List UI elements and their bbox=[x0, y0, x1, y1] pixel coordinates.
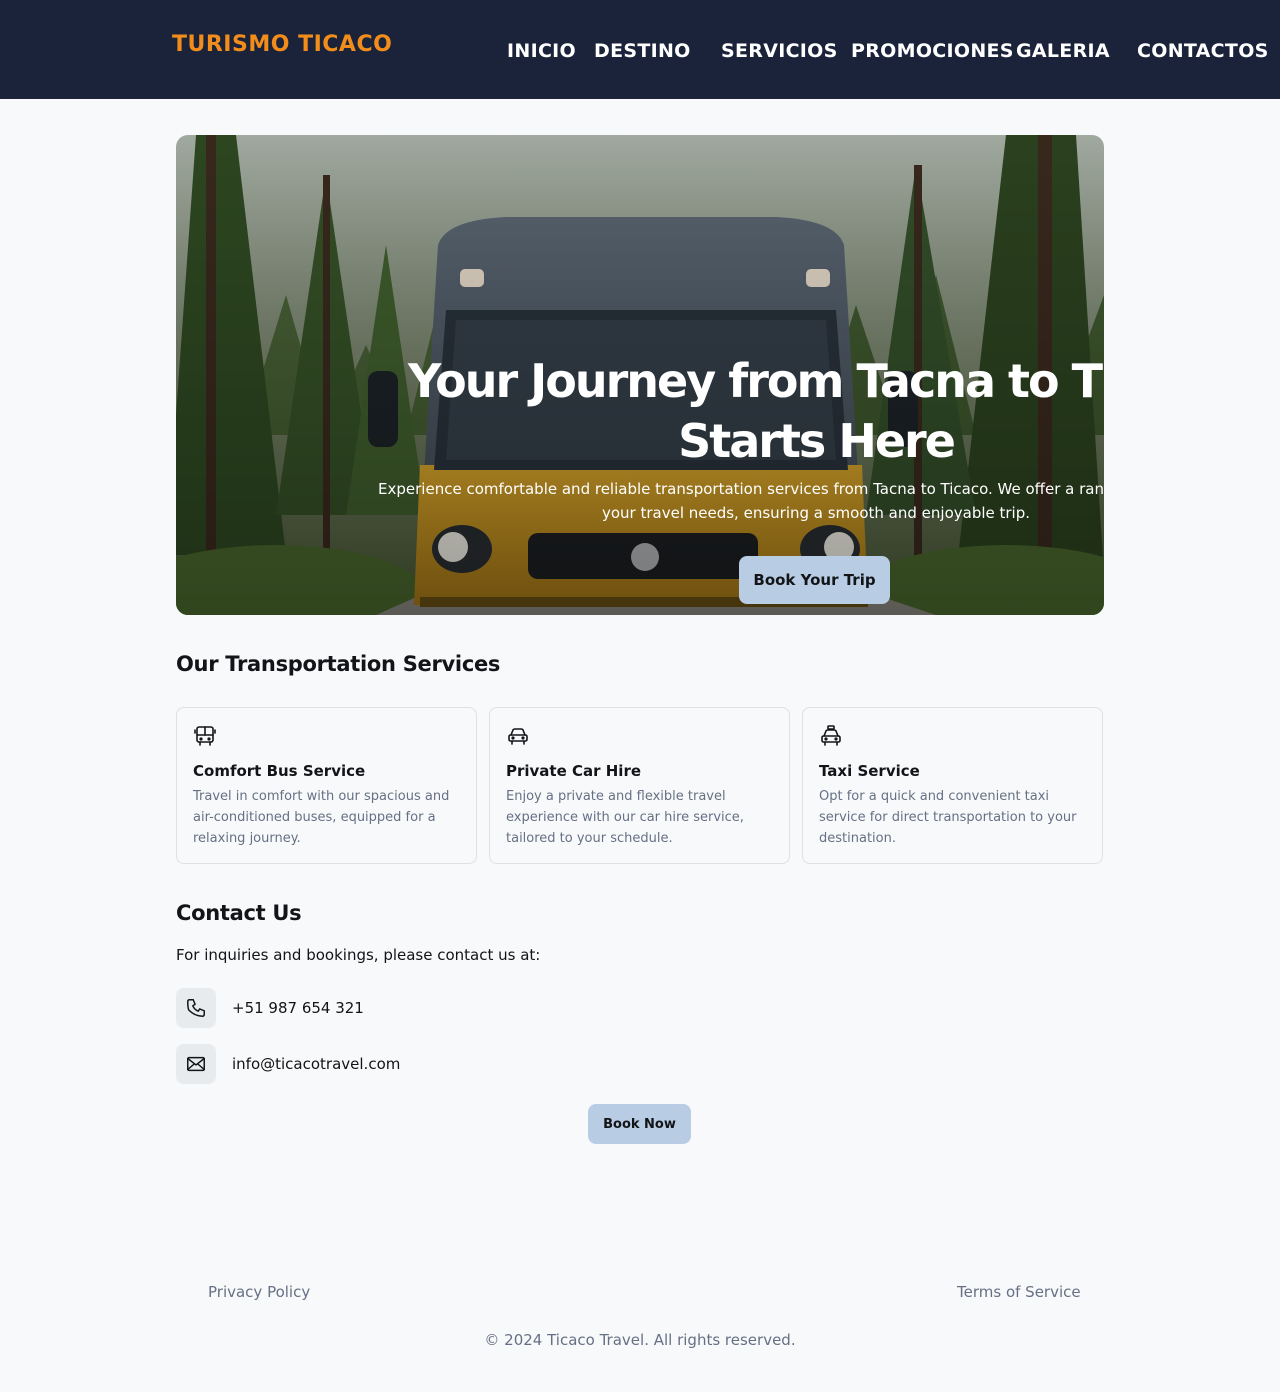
service-title: Taxi Service bbox=[819, 762, 920, 780]
car-icon bbox=[508, 728, 528, 745]
service-card-taxi[interactable]: Taxi Service Opt for a quick and conveni… bbox=[802, 707, 1103, 864]
service-card-car[interactable]: Private Car Hire Enjoy a private and fle… bbox=[489, 707, 790, 864]
nav-inicio[interactable]: INICIO bbox=[507, 40, 576, 62]
service-card-bus[interactable]: Comfort Bus Service Travel in comfort wi… bbox=[176, 707, 477, 864]
book-now-button[interactable]: Book Now bbox=[588, 1104, 691, 1144]
phone-number[interactable]: +51 987 654 321 bbox=[232, 999, 364, 1017]
privacy-policy-link[interactable]: Privacy Policy bbox=[208, 1283, 310, 1301]
phone-icon-box bbox=[176, 988, 216, 1028]
hero-title: Your Journey from Tacna to Ticaco Starts… bbox=[408, 354, 1104, 468]
contact-email[interactable]: info@ticacotravel.com bbox=[176, 1044, 400, 1084]
terms-of-service-link[interactable]: Terms of Service bbox=[957, 1283, 1081, 1301]
mail-icon bbox=[187, 1056, 205, 1072]
service-description: Opt for a quick and convenient taxi serv… bbox=[819, 789, 1077, 846]
hero-banner: Your Journey from Tacna to Ticaco Starts… bbox=[176, 135, 1104, 615]
service-description: Travel in comfort with our spacious and … bbox=[193, 789, 450, 846]
phone-icon bbox=[187, 999, 205, 1017]
services-title: Our Transportation Services bbox=[176, 652, 501, 676]
top-navbar: TURISMO TICACO INICIO DESTINO SERVICIOS … bbox=[0, 0, 1280, 99]
service-title: Comfort Bus Service bbox=[193, 762, 366, 780]
mail-icon-box bbox=[176, 1044, 216, 1084]
book-your-trip-button[interactable]: Book Your Trip bbox=[739, 556, 890, 604]
service-description: Enjoy a private and flexible travel expe… bbox=[506, 789, 744, 846]
bus-icon bbox=[194, 726, 216, 746]
contact-phone[interactable]: +51 987 654 321 bbox=[176, 988, 364, 1028]
nav-servicios[interactable]: SERVICIOS bbox=[721, 40, 838, 62]
hero-subtitle: Experience comfortable and reliable tran… bbox=[378, 480, 1104, 522]
nav-galeria[interactable]: GALERIA bbox=[1016, 40, 1110, 62]
nav-promociones[interactable]: PROMOCIONES bbox=[851, 40, 1014, 62]
nav-contactos[interactable]: CONTACTOS bbox=[1137, 40, 1269, 62]
copyright-text: © 2024 Ticaco Travel. All rights reserve… bbox=[484, 1331, 796, 1349]
email-address[interactable]: info@ticacotravel.com bbox=[232, 1055, 400, 1073]
contact-intro: For inquiries and bookings, please conta… bbox=[176, 946, 541, 964]
brand-logo[interactable]: TURISMO TICACO bbox=[172, 32, 392, 57]
service-title: Private Car Hire bbox=[506, 762, 642, 780]
contact-title: Contact Us bbox=[176, 901, 302, 925]
nav-destino[interactable]: DESTINO bbox=[594, 40, 691, 62]
taxi-icon bbox=[821, 725, 841, 746]
